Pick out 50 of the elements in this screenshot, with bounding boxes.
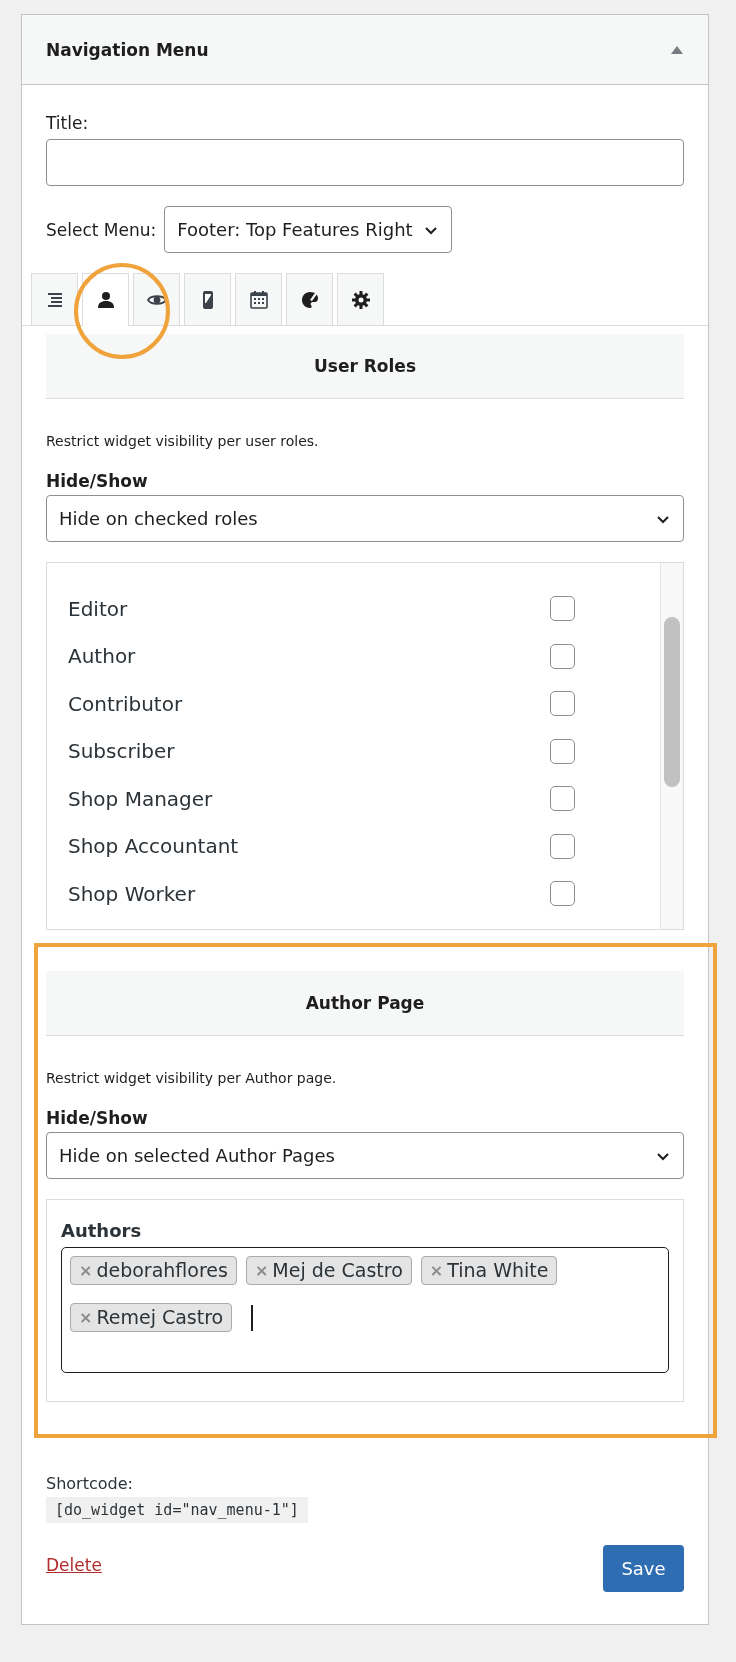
widget-title: Navigation Menu: [46, 39, 209, 60]
palette-icon: [299, 289, 320, 310]
author-name: Mej de Castro: [272, 1259, 403, 1281]
select-menu-label: Select Menu:: [46, 219, 157, 240]
author-name: Remej Castro: [96, 1306, 224, 1328]
role-label: Shop Manager: [68, 786, 213, 811]
hide-show-label: Hide/Show: [46, 471, 149, 491]
tab[interactable]: [337, 273, 384, 325]
role-checkbox[interactable]: [550, 833, 575, 859]
role-checkbox[interactable]: [550, 691, 575, 717]
tab[interactable]: [31, 273, 78, 325]
collapse-toggle[interactable]: [670, 44, 684, 55]
section-header: User Roles: [46, 334, 684, 399]
title-label: Title:: [46, 113, 90, 133]
role-label: Editor: [68, 596, 128, 621]
role-checkbox[interactable]: [550, 738, 575, 764]
section-header: Author Page: [46, 971, 684, 1036]
role-label: Author: [68, 644, 136, 669]
role-label: Shop Worker: [68, 881, 196, 906]
role-label: Subscriber: [68, 739, 175, 764]
menu-select[interactable]: Footer: Top Features Right: [164, 206, 452, 253]
description-text: Restrict widget visibility per user roles.: [46, 433, 320, 449]
title-input[interactable]: [46, 139, 684, 186]
role-label: Contributor: [68, 691, 183, 716]
role-checkbox[interactable]: [550, 786, 575, 812]
tab[interactable]: [82, 273, 129, 326]
description-text: Restrict widget visibility per Author page.: [46, 1070, 338, 1086]
shortcode-label: Shortcode:: [46, 1474, 134, 1493]
shortcode-text: [do_widget id="nav_menu-1"]: [46, 1497, 308, 1523]
authors-label: Authors: [61, 1220, 143, 1241]
scrollbar-thumb[interactable]: [664, 617, 680, 787]
hide-show-select[interactable]: Hide on selected Author Pages: [46, 1132, 684, 1179]
role-checkbox[interactable]: [550, 643, 575, 669]
role-label: Shop Accountant: [68, 834, 239, 859]
tab[interactable]: [133, 273, 180, 325]
text-cursor: [251, 1304, 254, 1331]
tab[interactable]: [184, 273, 231, 325]
calendar-icon: [248, 289, 269, 310]
settings-icon: [350, 289, 371, 310]
author-name: deborahflores: [96, 1259, 228, 1281]
delete-link[interactable]: Delete: [46, 1555, 102, 1575]
save-button[interactable]: Save: [603, 1545, 684, 1592]
tab[interactable]: [235, 273, 282, 325]
hide-show-select[interactable]: Hide on checked roles: [46, 495, 684, 542]
role-checkbox[interactable]: [550, 596, 575, 622]
role-checkbox[interactable]: [550, 881, 575, 907]
hide-show-label: Hide/Show: [46, 1108, 149, 1128]
author-name: Tina White: [447, 1259, 549, 1281]
tab[interactable]: [286, 273, 333, 325]
user-icon: [95, 290, 116, 310]
